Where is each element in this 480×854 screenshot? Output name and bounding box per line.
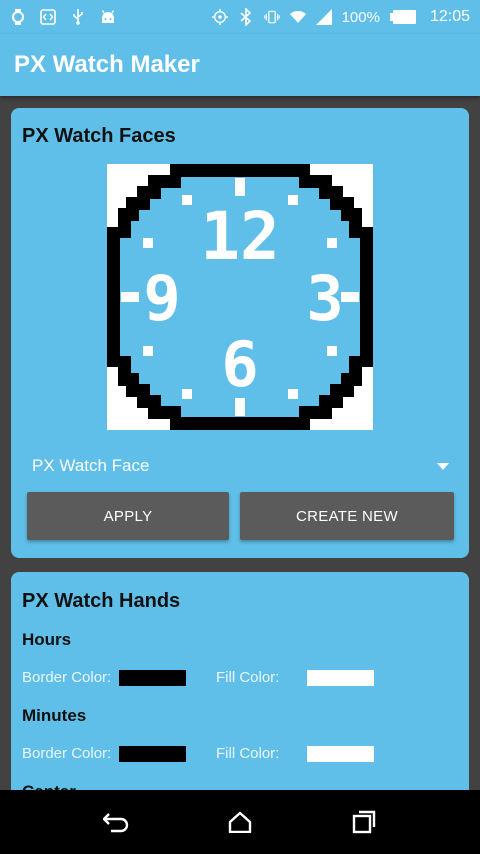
hours-border-color-swatch[interactable]	[119, 670, 186, 686]
wifi-icon	[289, 9, 306, 25]
numeral-3: 3	[306, 262, 343, 335]
spinner-selected-value: PX Watch Face	[32, 456, 150, 475]
dropdown-arrow-icon	[437, 462, 449, 470]
create-new-button[interactable]: CREATE NEW	[240, 492, 454, 540]
minutes-border-color-label: Border Color:	[22, 745, 112, 762]
status-bar: 100% 12:05	[0, 0, 480, 34]
status-right: 100% 12:05	[211, 8, 470, 26]
back-button[interactable]	[98, 804, 134, 840]
crosshair-icon	[211, 9, 228, 25]
section-minutes-label: Minutes	[22, 706, 87, 725]
back-icon	[103, 813, 129, 833]
apply-button[interactable]: APPLY	[27, 492, 229, 540]
app-bar: PX Watch Maker	[0, 34, 480, 96]
vibrate-icon	[263, 9, 280, 25]
section-hours-label: Hours	[22, 630, 72, 649]
android-icon	[100, 9, 116, 25]
watch-face-image: 12 3 6 9	[107, 164, 373, 430]
minutes-border-color-swatch[interactable]	[119, 746, 186, 762]
faces-card-title: PX Watch Faces	[22, 125, 176, 147]
minutes-fill-color-swatch[interactable]	[307, 746, 374, 762]
numeral-9: 9	[143, 262, 180, 335]
numeral-6: 6	[221, 328, 258, 401]
minutes-fill-color-label: Fill Color:	[216, 745, 280, 762]
usb-icon	[70, 9, 86, 25]
scroll-content[interactable]: PX Watch Faces 12 3 6 9 PX Watch Face AP…	[0, 96, 480, 790]
watch-faces-card: PX Watch Faces 12 3 6 9 PX Watch Face AP…	[11, 108, 469, 558]
watch-hands-card: PX Watch Hands Hours Border Color: Fill …	[11, 572, 469, 790]
section-center-label: Center	[22, 782, 76, 790]
home-button[interactable]	[222, 804, 258, 840]
bluetooth-icon	[238, 8, 254, 26]
status-left	[10, 9, 116, 25]
code-icon	[40, 9, 56, 25]
signal-icon	[315, 9, 332, 25]
app-title: PX Watch Maker	[14, 51, 200, 78]
recents-icon	[352, 810, 376, 834]
navigation-bar	[0, 790, 480, 854]
hours-border-color-label: Border Color:	[22, 669, 112, 686]
hours-fill-color-label: Fill Color:	[216, 669, 280, 686]
battery-icon	[389, 9, 416, 25]
hands-card-title: PX Watch Hands	[22, 590, 181, 612]
watch-face-preview[interactable]: 12 3 6 9	[107, 164, 373, 430]
watch-face-spinner[interactable]: PX Watch Face	[27, 444, 453, 488]
recents-button[interactable]	[346, 804, 382, 840]
home-icon	[228, 811, 252, 833]
battery-percent: 100%	[341, 8, 380, 26]
watch-icon	[10, 9, 26, 25]
numeral-12: 12	[200, 198, 279, 275]
status-time: 12:05	[429, 8, 470, 25]
hours-fill-color-swatch[interactable]	[307, 670, 374, 686]
